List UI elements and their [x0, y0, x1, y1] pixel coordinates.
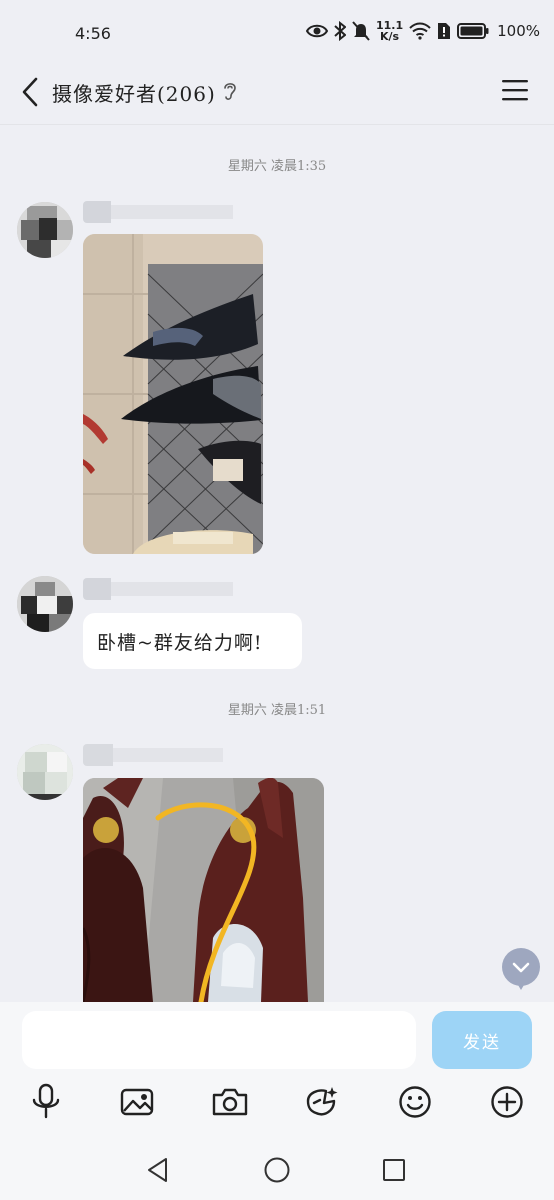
message-input[interactable]	[22, 1011, 416, 1069]
ear-icon[interactable]	[222, 80, 238, 102]
sender-name-blurred	[83, 744, 223, 766]
chat-header: 摄像爱好者(206)	[0, 68, 554, 124]
chat-title[interactable]: 摄像爱好者(206)	[52, 78, 216, 107]
eye-icon	[305, 24, 328, 38]
sticker-icon[interactable]	[302, 1082, 342, 1122]
microphone-icon[interactable]	[26, 1082, 66, 1122]
shared-photo-heels-2[interactable]	[83, 778, 324, 1002]
avatar[interactable]	[17, 202, 73, 258]
avatar[interactable]	[17, 576, 73, 632]
timestamp: 星期六 凌晨1:51	[227, 703, 327, 718]
home-circle-icon[interactable]	[257, 1150, 297, 1190]
emoji-icon[interactable]	[395, 1082, 435, 1122]
camera-icon[interactable]	[210, 1082, 250, 1122]
net-speed: 11.1 K/s	[375, 19, 404, 43]
scroll-to-bottom-button[interactable]	[502, 948, 540, 990]
back-triangle-icon[interactable]	[138, 1150, 178, 1190]
timestamp: 星期六 凌晨1:35	[227, 159, 327, 174]
status-time: 4:56	[75, 24, 111, 43]
send-button[interactable]: 发送	[432, 1011, 532, 1069]
recents-square-icon[interactable]	[374, 1150, 414, 1190]
avatar[interactable]	[17, 744, 73, 800]
plus-icon[interactable]	[487, 1082, 527, 1122]
text-message-bubble[interactable]: 卧槽~群友给力啊!	[83, 613, 302, 669]
sender-name-blurred	[83, 201, 233, 223]
status-bar: 4:56 11.1 K/s 100%	[0, 0, 554, 68]
header-divider	[0, 124, 554, 125]
battery-icon	[457, 23, 489, 39]
bell-off-icon	[352, 21, 370, 41]
image-icon[interactable]	[118, 1082, 158, 1122]
message-text: 卧槽~群友给力啊!	[97, 631, 263, 654]
input-toolbar	[0, 1082, 554, 1122]
bluetooth-icon	[334, 21, 346, 41]
input-area: 发送	[0, 1002, 554, 1200]
status-icons: 11.1 K/s 100%	[305, 19, 540, 43]
wifi-icon	[409, 22, 431, 40]
shared-photo-heels[interactable]	[83, 234, 263, 554]
hamburger-menu-icon[interactable]	[502, 78, 528, 102]
back-button[interactable]	[18, 76, 42, 108]
battery-percent: 100%	[497, 22, 540, 40]
chevron-down-icon	[512, 962, 530, 990]
sim-alert-icon	[438, 23, 451, 39]
system-navigation-bar	[0, 1150, 554, 1190]
sender-name-blurred	[83, 578, 233, 600]
